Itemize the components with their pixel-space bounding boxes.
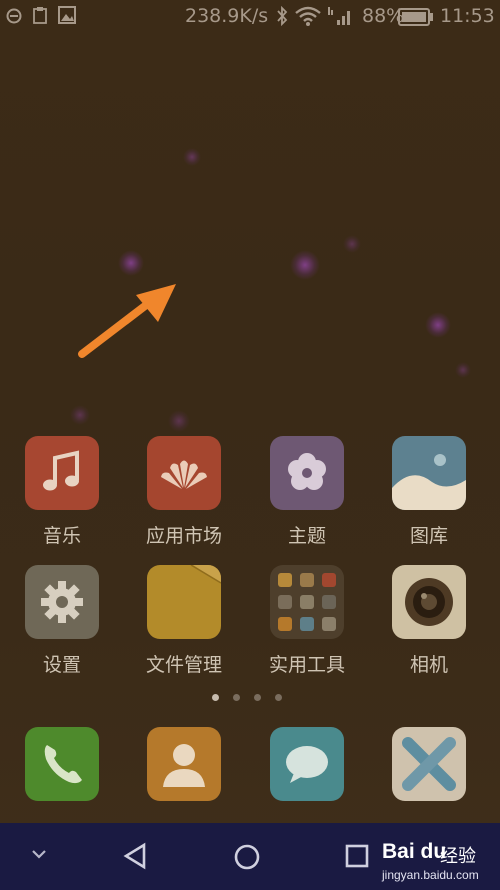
home-screen: 238.9K/s 88% 11:53 音乐 应用市场 主题 图库 设置 文件管理… — [0, 0, 500, 890]
back-icon[interactable] — [122, 841, 150, 871]
baidu-watermark: Bai du 经验 jingyan.baidu.com — [380, 836, 500, 890]
page-dot-active[interactable] — [212, 694, 219, 701]
contacts-tile — [147, 727, 221, 801]
app-label: 实用工具 — [268, 654, 345, 676]
wallpaper-sparkle — [118, 250, 144, 276]
music-tile — [25, 436, 99, 510]
notification-icon — [6, 8, 22, 24]
app-label: 主题 — [287, 525, 326, 547]
watermark-brand: Bai du — [382, 840, 447, 863]
app-label: 应用市场 — [145, 525, 222, 547]
status-bar: 238.9K/s 88% 11:53 — [0, 0, 500, 34]
app-label: 图库 — [409, 525, 448, 547]
expand-down-icon[interactable] — [30, 847, 48, 861]
messages-tile — [270, 727, 344, 801]
themes-tile — [270, 436, 344, 510]
messages-icon — [286, 746, 328, 783]
wallpaper-sparkle — [455, 362, 471, 378]
phone-tile — [25, 727, 99, 801]
tools-folder-icon — [278, 573, 336, 631]
bluetooth-icon — [277, 6, 288, 26]
browser-tile — [392, 727, 466, 801]
image-icon — [58, 6, 76, 24]
page-dot[interactable] — [254, 694, 261, 701]
app-label: 文件管理 — [145, 654, 222, 676]
clipboard-icon — [33, 7, 47, 24]
page-indicator[interactable] — [208, 692, 288, 704]
signal-icon — [328, 7, 350, 25]
watermark-url: jingyan.baidu.com — [382, 868, 479, 882]
settings-tile — [25, 565, 99, 639]
camera-icon — [405, 578, 453, 626]
wallpaper-sparkle — [290, 250, 320, 280]
watermark-text: 经验 — [440, 846, 476, 867]
app-label: 相机 — [409, 654, 448, 676]
wallpaper-sparkle — [70, 405, 90, 425]
wifi-icon — [295, 6, 321, 26]
file-manager-tile — [147, 565, 221, 639]
gallery-icon — [392, 454, 466, 510]
music-icon — [43, 450, 79, 491]
wallpaper-sparkle — [168, 410, 190, 432]
wallpaper-sparkle — [425, 312, 451, 338]
gear-icon — [41, 581, 83, 623]
camera-tile — [392, 565, 466, 639]
contacts-icon — [163, 744, 205, 787]
network-speed: 238.9K/s — [185, 5, 269, 27]
folder-icon — [190, 565, 221, 584]
app-market-tile — [147, 436, 221, 510]
home-icon[interactable] — [232, 842, 262, 872]
browser-icon — [402, 737, 456, 791]
status-time: 11:53 — [440, 5, 495, 27]
tools-folder-tile — [270, 565, 344, 639]
recents-icon[interactable] — [344, 843, 370, 869]
huawei-logo-icon — [161, 460, 207, 489]
page-dot[interactable] — [275, 694, 282, 701]
page-dot[interactable] — [233, 694, 240, 701]
phone-icon — [44, 745, 82, 784]
wallpaper-sparkle — [183, 148, 201, 166]
gallery-tile — [392, 436, 466, 510]
app-label: 音乐 — [42, 525, 81, 547]
app-label: 设置 — [42, 654, 81, 676]
annotation-arrow — [78, 284, 176, 358]
battery-icon — [398, 8, 433, 26]
flower-icon — [288, 453, 326, 490]
wallpaper-sparkle — [343, 235, 361, 253]
